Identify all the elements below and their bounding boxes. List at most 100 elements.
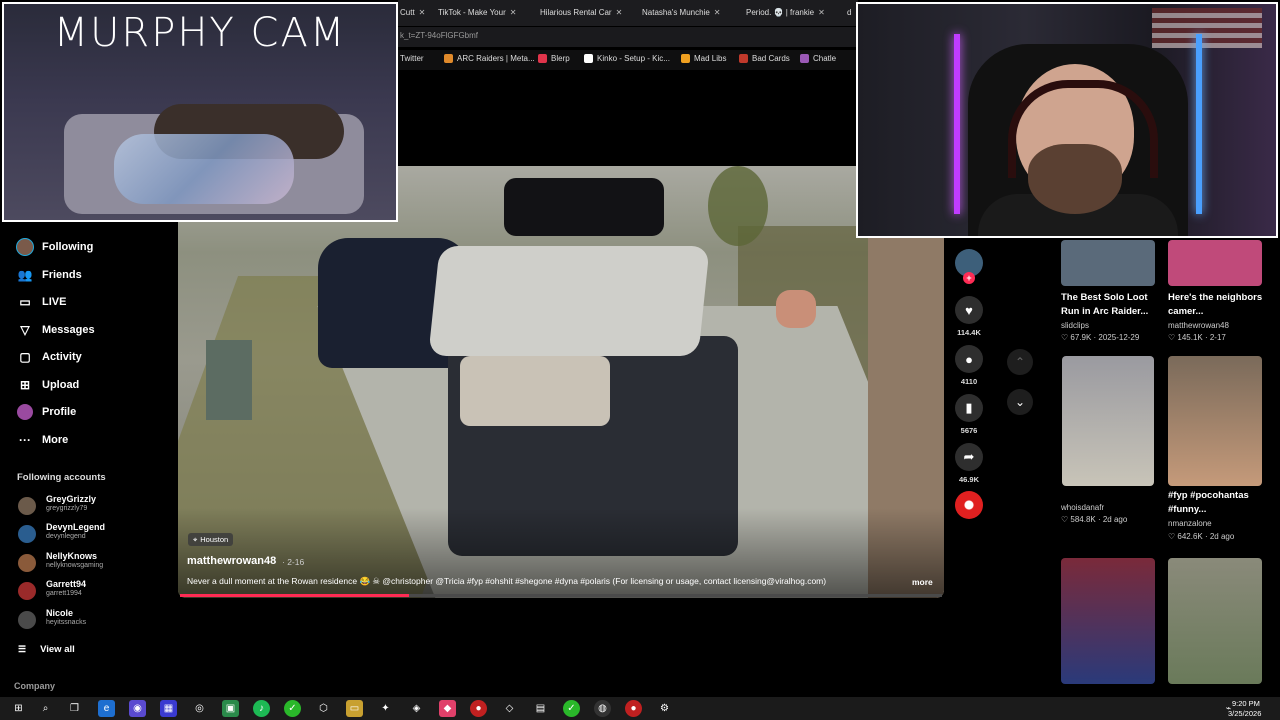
video-progress-fill (180, 594, 409, 597)
video-scene-utility-box (206, 340, 252, 420)
video-author[interactable]: matthewrowan48 (187, 555, 276, 567)
bookmark-twitter[interactable]: Twitter (400, 54, 424, 63)
video-thumbnail (1168, 356, 1262, 486)
nav-upload[interactable]: ⊞ Upload (16, 374, 79, 396)
app-icon[interactable]: ✓ (563, 700, 580, 717)
card-author: matthewrowan48 (1168, 321, 1229, 330)
share-icon: ➦ (963, 449, 975, 464)
browser-tab[interactable]: d (847, 4, 851, 22)
video-player[interactable] (178, 166, 944, 598)
app-icon[interactable]: ✓ (284, 700, 301, 717)
bookmark-arc-raiders[interactable]: ARC Raiders | Meta... (444, 54, 535, 64)
tab-label: TikTok - Make Your (438, 8, 506, 17)
location-badge[interactable]: ⌖ Houston (188, 533, 234, 546)
company-link[interactable]: Company (14, 681, 55, 691)
app-icon[interactable]: ◍ (594, 700, 611, 717)
account-handle: greygrizzly79 (46, 505, 88, 512)
nav-live[interactable]: ▭ LIVE (16, 291, 66, 313)
avatar (18, 525, 36, 543)
chevron-down-icon: ⌄ (1014, 395, 1026, 409)
following-accounts-heading: Following accounts (17, 472, 106, 483)
account-name: GreyGrizzly (46, 494, 97, 504)
video-scene-golf-cart-roof (428, 246, 710, 356)
video-thumbnail (1062, 356, 1154, 486)
nav-messages[interactable]: ▽ Messages (16, 319, 94, 341)
close-icon[interactable]: ✕ (714, 8, 721, 17)
address-bar[interactable]: k_t=ZT-94oFlGFGbmf (398, 27, 858, 47)
like-count: 114.4K (957, 328, 981, 337)
app-icon[interactable]: ◉ (129, 700, 146, 717)
close-icon[interactable]: ✕ (419, 8, 426, 17)
live-icon: ▭ (19, 295, 31, 309)
close-icon[interactable]: ✕ (616, 8, 623, 17)
app-icon[interactable]: ● (625, 700, 642, 717)
messages-icon: ▽ (20, 323, 30, 337)
app-icon[interactable]: ◈ (408, 700, 425, 717)
bookmark-chatle[interactable]: Chatle (800, 54, 836, 64)
card-title: #fyp #pocohantas #funny... (1168, 490, 1249, 515)
clock-date[interactable]: 3/25/2026 (1228, 709, 1261, 718)
like-button[interactable]: ♥ (955, 296, 983, 324)
comment-button[interactable]: ● (955, 345, 983, 373)
card-stats: ♡ 67.9K · 2025-12-29 (1061, 333, 1140, 342)
previous-video-button[interactable]: ⌃ (1007, 349, 1033, 375)
follow-plus-icon[interactable]: + (963, 272, 975, 284)
app-icon[interactable]: ▦ (160, 700, 177, 717)
app-icon[interactable]: ◆ (439, 700, 456, 717)
app-icon[interactable]: ◇ (501, 700, 518, 717)
nav-more[interactable]: ··· More (16, 429, 68, 451)
nav-activity[interactable]: ▢ Activity (16, 346, 81, 368)
bookmark-label: Twitter (400, 54, 424, 63)
account-name: Garrett94 (46, 579, 87, 589)
share-button[interactable]: ➦ (955, 443, 983, 471)
account-handle: devynlegend (46, 533, 86, 540)
bookmark-bad-cards[interactable]: Bad Cards (739, 54, 790, 64)
app-icon[interactable]: ✦ (377, 700, 394, 717)
tab-label: Cutt (400, 8, 415, 17)
browser-tab[interactable]: TikTok - Make Your ✕ (438, 4, 516, 22)
browser-tab[interactable]: Hilarious Rental Car ✕ (540, 4, 622, 22)
bookmark-label: Blerp (551, 54, 570, 63)
app-icon[interactable]: ⬡ (315, 700, 332, 717)
clock-time[interactable]: 9:20 PM (1232, 699, 1260, 708)
sound-disc-icon[interactable] (955, 491, 983, 519)
video-caption: Never a dull moment at the Rowan residen… (187, 576, 827, 586)
browser-tab[interactable]: Cutt ✕ (400, 4, 425, 22)
spotify-icon[interactable]: ♪ (253, 700, 270, 717)
app-icon[interactable]: ▣ (222, 700, 239, 717)
terminal-icon[interactable]: ▤ (532, 700, 549, 717)
view-all-button[interactable]: ☰ View all (18, 641, 75, 657)
nav-friends[interactable]: 👥 Friends (16, 264, 82, 286)
browser-tab[interactable]: Period. 💀 | frankie ✕ (746, 4, 825, 22)
share-count: 46.9K (958, 475, 979, 484)
nav-label: Following (42, 241, 94, 253)
browser-tab[interactable]: Natasha's Munchie ✕ (642, 4, 721, 22)
video-progress-bar[interactable] (180, 594, 942, 597)
upload-icon: ⊞ (19, 378, 31, 392)
nav-label: Upload (42, 379, 80, 391)
app-icon[interactable]: ● (470, 700, 487, 717)
search-icon[interactable]: ⌕ (37, 700, 54, 717)
next-video-button[interactable]: ⌄ (1007, 389, 1033, 415)
headset-icon (1008, 80, 1158, 178)
nav-profile[interactable]: Profile (16, 401, 76, 423)
edge-browser-icon[interactable]: e (98, 700, 115, 717)
task-view-icon[interactable]: ❐ (66, 700, 83, 717)
bookmark-favicon-icon (444, 54, 453, 64)
account-name: NellyKnows (46, 551, 98, 561)
card-stats: ♡ 642.6K · 2d ago (1168, 532, 1235, 541)
obs-icon[interactable]: ◎ (191, 700, 208, 717)
nav-following[interactable]: Following (16, 236, 93, 258)
gear-icon[interactable]: ⚙ (656, 700, 673, 717)
bookmark-mad-libs[interactable]: Mad Libs (681, 54, 726, 64)
caption-more-button[interactable]: more (912, 577, 933, 587)
folder-icon[interactable]: ▭ (346, 700, 363, 717)
start-icon[interactable]: ⊞ (10, 700, 27, 717)
close-icon[interactable]: ✕ (818, 8, 825, 17)
bookmark-blerp[interactable]: Blerp (538, 54, 570, 64)
account-name: Nicole (46, 608, 74, 618)
card-title: The Best Solo Loot Run in Arc Raider... (1061, 292, 1149, 317)
close-icon[interactable]: ✕ (510, 8, 517, 17)
save-button[interactable]: ▮ (955, 394, 983, 422)
bookmark-kinko[interactable]: Kinko - Setup - Kic... (584, 54, 670, 64)
